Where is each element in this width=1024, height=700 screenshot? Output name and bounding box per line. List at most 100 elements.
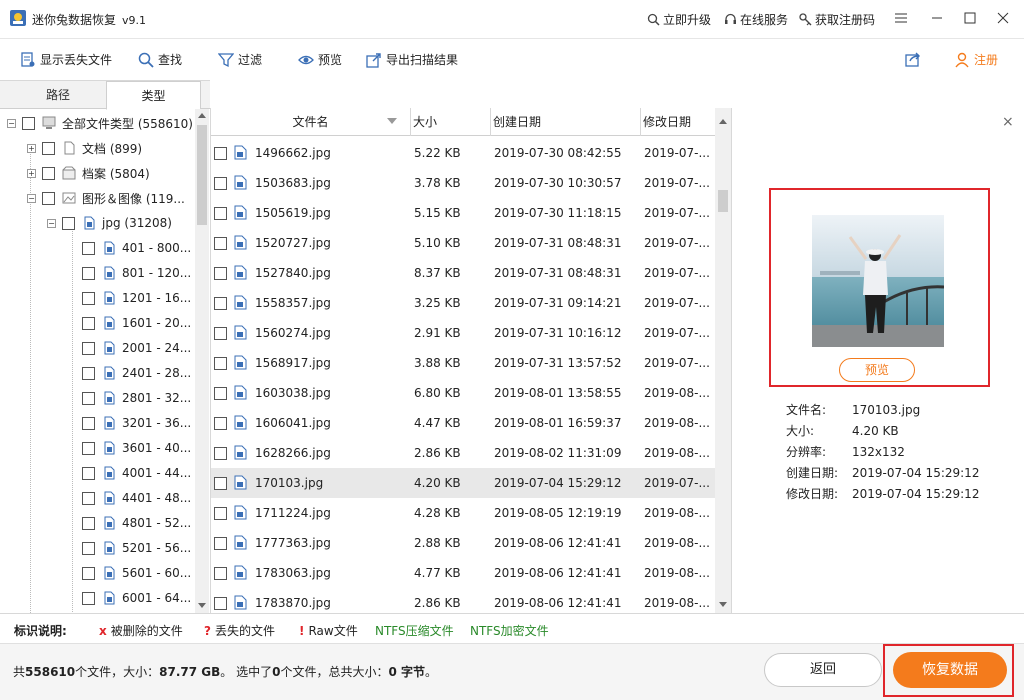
checkbox[interactable]: [82, 366, 95, 380]
checkbox[interactable]: [214, 267, 227, 280]
checkbox[interactable]: [82, 241, 95, 255]
tree-scrollbar[interactable]: [195, 109, 209, 614]
checkbox[interactable]: [82, 341, 95, 355]
tree-item-documents[interactable]: + 文档 (899): [27, 137, 142, 159]
checkbox[interactable]: [214, 567, 227, 580]
table-row[interactable]: 1496662.jpg 5.22 KB 2019-07-30 08:42:55 201…: [211, 138, 715, 168]
tree-item-range[interactable]: 801 - 120...: [82, 262, 191, 284]
table-row[interactable]: 170103.jpg 4.20 KB 2019-07-04 15:29:12 2019…: [211, 468, 715, 498]
table-row[interactable]: 1558357.jpg 3.25 KB 2019-07-31 09:14:21 201…: [211, 288, 715, 318]
checkbox[interactable]: [82, 541, 95, 555]
checkbox[interactable]: [214, 387, 227, 400]
checkbox[interactable]: [42, 141, 55, 155]
tree-item-range[interactable]: 3601 - 40...: [82, 437, 191, 459]
tree-item-archives[interactable]: + 档案 (5804): [27, 162, 150, 184]
scroll-up-icon[interactable]: [719, 118, 727, 124]
expand-icon[interactable]: +: [27, 168, 36, 178]
tree-item-range[interactable]: 1601 - 20...: [82, 312, 191, 334]
get-code-link[interactable]: 获取注册码: [799, 11, 875, 28]
checkbox[interactable]: [214, 477, 227, 490]
export-scan-results-button[interactable]: 导出扫描结果: [366, 51, 458, 68]
table-row[interactable]: 1628266.jpg 2.86 KB 2019-08-02 11:31:09 201…: [211, 438, 715, 468]
filter-button[interactable]: 过滤: [218, 51, 262, 68]
tree-item-range[interactable]: 5201 - 56...: [82, 537, 191, 559]
find-button[interactable]: 查找: [138, 51, 182, 68]
checkbox[interactable]: [214, 417, 227, 430]
tab-type[interactable]: 类型: [106, 81, 201, 110]
collapse-icon[interactable]: −: [47, 218, 56, 228]
tree-item-range[interactable]: 4401 - 48...: [82, 487, 191, 509]
recover-data-button[interactable]: 恢复数据: [893, 652, 1007, 688]
column-name-header[interactable]: 文件名: [211, 108, 411, 136]
tree-item-range[interactable]: 3201 - 36...: [82, 412, 191, 434]
tree-item-range[interactable]: 4801 - 52...: [82, 512, 191, 534]
maximize-button[interactable]: [955, 6, 985, 30]
tree-item-range[interactable]: 401 - 800...: [82, 237, 191, 259]
table-row[interactable]: 1527840.jpg 8.37 KB 2019-07-31 08:48:31 201…: [211, 258, 715, 288]
scroll-up-icon[interactable]: [198, 112, 206, 118]
checkbox[interactable]: [82, 266, 95, 280]
expand-icon[interactable]: +: [27, 143, 36, 153]
table-row[interactable]: 1503683.jpg 3.78 KB 2019-07-30 10:30:57 201…: [211, 168, 715, 198]
checkbox[interactable]: [22, 116, 35, 130]
tree-item-range[interactable]: 4001 - 44...: [82, 462, 191, 484]
tree-item-all[interactable]: − 全部文件类型 (558610): [7, 112, 193, 134]
table-row[interactable]: 1505619.jpg 5.15 KB 2019-07-30 11:18:15 201…: [211, 198, 715, 228]
scroll-down-icon[interactable]: [198, 603, 206, 609]
checkbox[interactable]: [82, 316, 95, 330]
checkbox[interactable]: [214, 447, 227, 460]
checkbox[interactable]: [82, 416, 95, 430]
online-service-link[interactable]: 在线服务: [724, 11, 788, 28]
preview-toolbar-button[interactable]: 预览: [298, 51, 342, 68]
column-modified-header[interactable]: 修改日期: [641, 108, 715, 136]
tree-item-range[interactable]: 2001 - 24...: [82, 337, 191, 359]
checkbox[interactable]: [214, 297, 227, 310]
checkbox[interactable]: [214, 207, 227, 220]
table-row[interactable]: 1711224.jpg 4.28 KB 2019-08-05 12:19:19 201…: [211, 498, 715, 528]
show-lost-files-button[interactable]: 显示丢失文件: [20, 51, 112, 68]
checkbox[interactable]: [42, 166, 55, 180]
checkbox[interactable]: [82, 566, 95, 580]
checkbox[interactable]: [82, 516, 95, 530]
checkbox[interactable]: [214, 357, 227, 370]
column-created-header[interactable]: 创建日期: [491, 108, 641, 136]
scroll-down-icon[interactable]: [719, 602, 727, 608]
checkbox[interactable]: [82, 591, 95, 605]
tree-item-range[interactable]: 2401 - 28...: [82, 362, 191, 384]
table-row[interactable]: 1777363.jpg 2.88 KB 2019-08-06 12:41:41 201…: [211, 528, 715, 558]
tree-item-range[interactable]: 2801 - 32...: [82, 387, 191, 409]
table-row[interactable]: 1560274.jpg 2.91 KB 2019-07-31 10:16:12 201…: [211, 318, 715, 348]
minimize-button[interactable]: [922, 6, 952, 30]
table-row[interactable]: 1568917.jpg 3.88 KB 2019-07-31 13:57:52 201…: [211, 348, 715, 378]
checkbox[interactable]: [214, 537, 227, 550]
close-button[interactable]: [988, 6, 1018, 30]
checkbox[interactable]: [82, 291, 95, 305]
list-scroll-thumb[interactable]: [718, 190, 728, 212]
checkbox[interactable]: [214, 507, 227, 520]
checkbox[interactable]: [82, 441, 95, 455]
table-row[interactable]: 1520727.jpg 5.10 KB 2019-07-31 08:48:31 201…: [211, 228, 715, 258]
checkbox[interactable]: [214, 327, 227, 340]
tree-item-range[interactable]: 1201 - 16...: [82, 287, 191, 309]
menu-button[interactable]: [886, 6, 916, 30]
back-button[interactable]: 返回: [764, 653, 882, 687]
collapse-icon[interactable]: −: [27, 193, 36, 203]
preview-close-icon[interactable]: ×: [1002, 114, 1014, 130]
checkbox[interactable]: [82, 491, 95, 505]
table-row[interactable]: 1783870.jpg 2.86 KB 2019-08-06 12:41:41 201…: [211, 588, 715, 613]
register-button[interactable]: 注册: [954, 51, 998, 68]
checkbox[interactable]: [214, 237, 227, 250]
upgrade-link[interactable]: 立即升级: [647, 11, 711, 28]
share-button[interactable]: [905, 51, 921, 67]
list-scrollbar[interactable]: [715, 108, 731, 613]
checkbox[interactable]: [82, 466, 95, 480]
table-row[interactable]: 1606041.jpg 4.47 KB 2019-08-01 16:59:37 201…: [211, 408, 715, 438]
tab-path[interactable]: 路径: [8, 81, 108, 109]
checkbox[interactable]: [214, 177, 227, 190]
checkbox[interactable]: [214, 147, 227, 160]
checkbox[interactable]: [214, 597, 227, 610]
tree-item-images[interactable]: − 图形＆图像 (119...: [27, 187, 185, 209]
column-size-header[interactable]: 大小: [411, 108, 491, 136]
tree-item-range[interactable]: 6001 - 64...: [82, 587, 191, 609]
checkbox[interactable]: [62, 216, 75, 230]
